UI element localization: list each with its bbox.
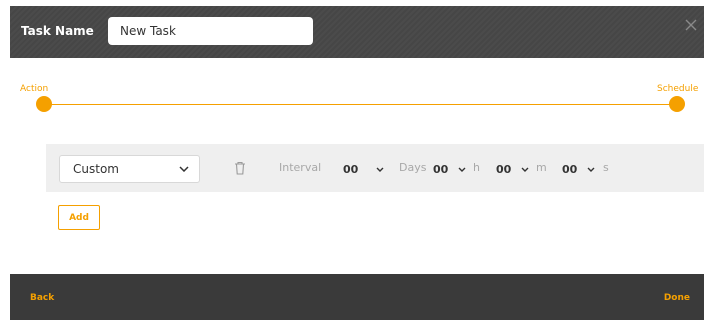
step-schedule-dot[interactable] (669, 96, 685, 112)
hours-select[interactable]: 00 (433, 159, 466, 179)
minutes-value: 00 (496, 162, 512, 176)
chevron-down-icon (376, 167, 384, 172)
stepper-line (44, 104, 678, 105)
days-unit-label: Days (399, 161, 427, 174)
seconds-unit-label: s (603, 161, 609, 174)
step-schedule-label: Schedule (657, 84, 699, 94)
close-icon[interactable] (684, 18, 698, 32)
seconds-value: 00 (562, 162, 578, 176)
hours-unit-label: h (473, 161, 480, 174)
add-button[interactable]: Add (58, 205, 100, 230)
interval-label: Interval (279, 161, 322, 174)
minutes-select[interactable]: 00 (496, 159, 529, 179)
chevron-down-icon (587, 167, 595, 172)
seconds-select[interactable]: 00 (562, 159, 595, 179)
back-button[interactable]: Back (30, 293, 54, 303)
dialog-footer: Back Done (10, 274, 704, 320)
chevron-down-icon (179, 166, 189, 172)
hours-value: 00 (433, 162, 449, 176)
schedule-row: Custom Interval 00 Days 00 h 00 m 00 s (46, 144, 704, 192)
minutes-unit-label: m (536, 161, 547, 174)
trash-icon[interactable] (234, 161, 246, 175)
chevron-down-icon (521, 167, 529, 172)
days-value: 00 (343, 162, 359, 176)
step-action-dot[interactable] (36, 96, 52, 112)
task-name-input[interactable] (108, 17, 313, 45)
dialog-header: Task Name (10, 6, 704, 58)
step-action-label: Action (20, 84, 49, 94)
done-button[interactable]: Done (664, 293, 690, 303)
task-name-label: Task Name (21, 24, 94, 38)
chevron-down-icon (458, 167, 466, 172)
days-select[interactable]: 00 (343, 159, 384, 179)
dialog-body: Action Schedule Custom Interval 00 Days … (10, 58, 704, 274)
schedule-type-select[interactable]: Custom (59, 155, 200, 183)
schedule-type-value: Custom (73, 162, 119, 176)
